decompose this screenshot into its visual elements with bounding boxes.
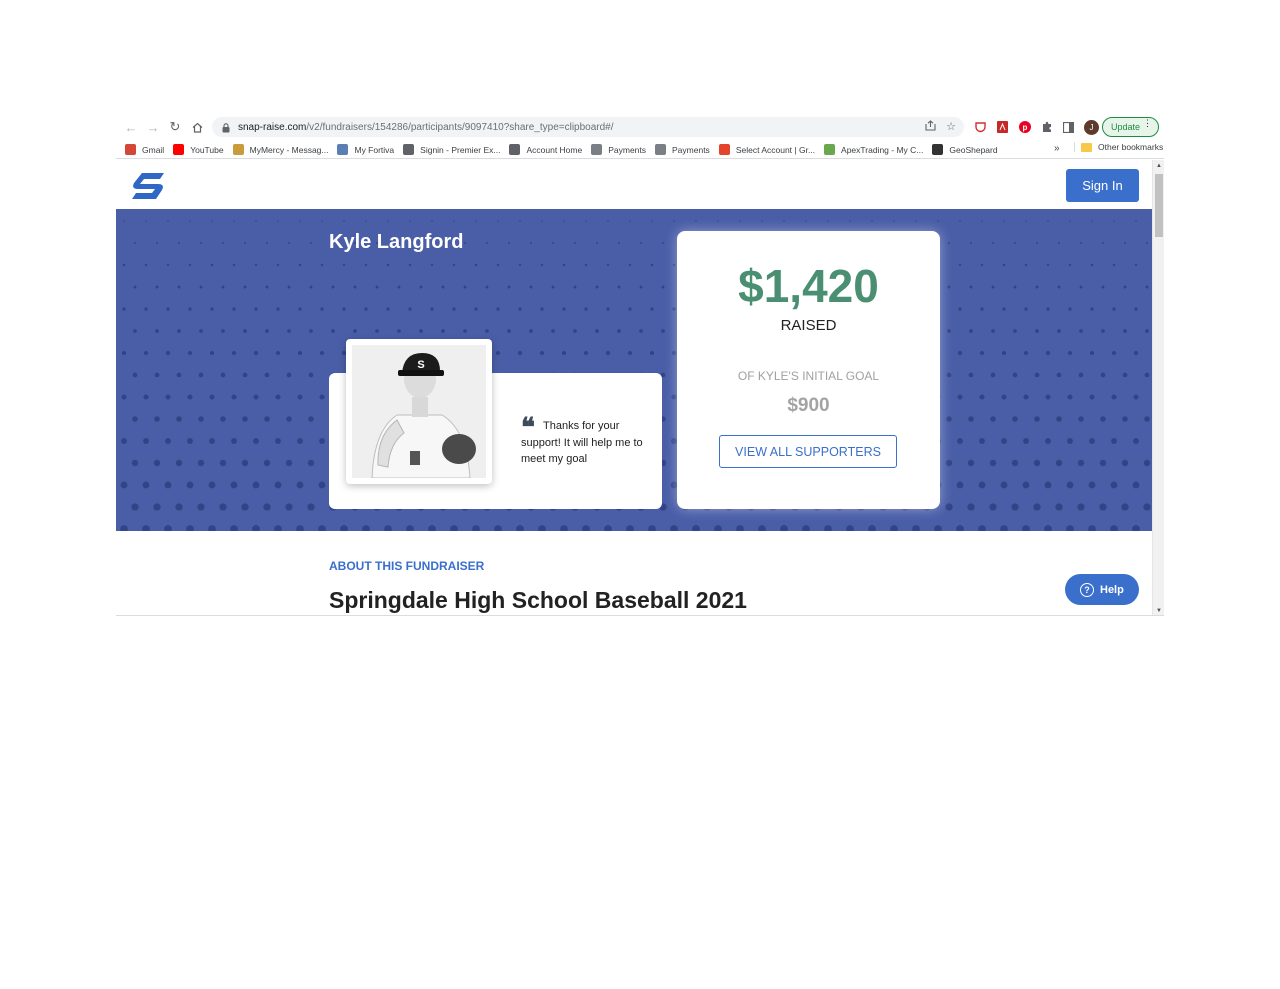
help-button[interactable]: ? Help	[1065, 574, 1139, 605]
sign-in-button[interactable]: Sign In	[1066, 169, 1139, 202]
bookmark-star-icon[interactable]: ☆	[946, 120, 956, 134]
url-path: /v2/fundraisers/154286/participants/9097…	[306, 121, 614, 133]
browser-toolbar: ← → ↻ snap-raise.com/v2/fundraisers/1542…	[116, 114, 1164, 140]
bookmark-item[interactable]: Gmail	[125, 144, 164, 155]
globe-icon	[403, 144, 415, 155]
page-scrollbar[interactable]: ▲ ▼	[1152, 160, 1164, 616]
pdf-icon[interactable]	[996, 121, 1009, 134]
bookmark-label: My Fortiva	[354, 144, 395, 155]
lock-icon	[222, 122, 230, 132]
bookmark-label: Payments	[672, 144, 710, 155]
participant-photo: S	[352, 345, 486, 478]
url-host: snap-raise.com	[238, 121, 307, 133]
bookmark-item[interactable]: Payments	[591, 144, 646, 155]
scroll-thumb[interactable]	[1155, 174, 1163, 237]
select-account-icon	[718, 144, 730, 155]
site-header: Sign In	[116, 160, 1152, 209]
other-bookmarks-label: Other bookmarks	[1098, 142, 1164, 152]
bookmark-label: GeoShepard	[949, 144, 998, 155]
participant-photo-frame: S	[346, 339, 492, 484]
bookmark-item[interactable]: Account Home	[509, 144, 582, 155]
help-label: Help	[1100, 583, 1124, 596]
view-all-supporters-button[interactable]: VIEW ALL SUPPORTERS	[719, 435, 897, 468]
youtube-icon	[173, 144, 185, 155]
payments-icon	[591, 144, 603, 155]
bookmark-item[interactable]: Signin - Premier Ex...	[403, 144, 500, 155]
web-page: Sign In Kyle Langford S ❝ Thanks for you…	[116, 160, 1152, 616]
pinterest-icon[interactable]: p	[1018, 121, 1031, 134]
folder-icon	[1081, 142, 1092, 152]
svg-text:S: S	[417, 359, 424, 371]
bookmark-item[interactable]: Select Account | Gr...	[718, 144, 816, 155]
about-section-label: ABOUT THIS FUNDRAISER	[329, 559, 485, 573]
mercy-icon	[232, 144, 244, 155]
extension-shield-icon[interactable]	[974, 121, 987, 134]
home-icon[interactable]	[186, 116, 208, 138]
bookmark-item[interactable]: Payments	[655, 144, 710, 155]
reload-icon[interactable]: ↻	[164, 116, 186, 138]
raised-label: RAISED	[780, 317, 837, 334]
amount-raised: $1,420	[738, 260, 879, 312]
kebab-menu-icon[interactable]: ⋮	[1143, 119, 1152, 128]
bookmark-item[interactable]: ApexTrading - My C...	[824, 144, 923, 155]
apex-icon	[824, 144, 836, 155]
puzzle-icon[interactable]	[1040, 121, 1053, 134]
snap-raise-logo-icon[interactable]	[128, 171, 168, 201]
bookmark-item[interactable]: My Fortiva	[337, 144, 394, 155]
question-icon: ?	[1080, 582, 1094, 597]
bookmarks-bar: Gmail YouTube MyMercy - Messag... My Fortiv…	[116, 141, 1164, 159]
payments-icon	[655, 144, 667, 155]
side-panel-icon[interactable]	[1062, 121, 1075, 134]
back-arrow-icon[interactable]: ←	[120, 116, 142, 138]
bookmark-label: Payments	[608, 144, 647, 155]
extensions-area: p J	[974, 117, 1099, 137]
bookmark-label: Select Account | Gr...	[735, 144, 816, 155]
scroll-up-icon[interactable]: ▲	[1156, 163, 1162, 169]
profile-avatar[interactable]: J	[1084, 119, 1099, 135]
gmail-icon	[125, 144, 136, 155]
forward-arrow-icon[interactable]: →	[142, 116, 164, 138]
geoshepard-icon	[932, 144, 944, 155]
goal-amount: $900	[787, 395, 830, 416]
share-icon[interactable]	[925, 120, 936, 134]
update-label: Update	[1111, 122, 1141, 132]
svg-text:p: p	[1022, 123, 1027, 132]
browser-window: ← → ↻ snap-raise.com/v2/fundraisers/1542…	[116, 114, 1164, 616]
address-bar[interactable]: snap-raise.com/v2/fundraisers/154286/par…	[212, 117, 964, 137]
bookmark-label: ApexTrading - My C...	[841, 144, 924, 155]
participant-quote: Thanks for your support! It will help me…	[521, 420, 643, 465]
globe-icon	[509, 144, 521, 155]
other-bookmarks-folder[interactable]: Other bookmarks	[1074, 142, 1163, 152]
bookmark-item[interactable]: MyMercy - Messag...	[232, 144, 329, 155]
bookmark-label: Signin - Premier Ex...	[420, 144, 501, 155]
update-button[interactable]: Update ⋮	[1102, 117, 1159, 137]
bookmarks-overflow-button[interactable]: »	[1054, 143, 1060, 154]
bookmark-label: YouTube	[190, 144, 224, 155]
bookmark-item[interactable]: YouTube	[173, 144, 224, 155]
stats-card: $1,420 RAISED OF KYLE'S INITIAL GOAL $90…	[677, 231, 940, 509]
hero-banner: Kyle Langford S ❝ Thanks for your suppor…	[116, 209, 1152, 531]
bookmark-label: MyMercy - Messag...	[249, 144, 329, 155]
bookmark-label: Gmail	[142, 144, 165, 155]
bookmark-item[interactable]: GeoShepard	[932, 144, 998, 155]
goal-label: OF KYLE'S INITIAL GOAL	[737, 369, 880, 383]
window-bottom-border	[116, 615, 1164, 616]
participant-name: Kyle Langford	[329, 231, 464, 253]
scroll-down-icon[interactable]: ▼	[1156, 608, 1162, 614]
fundraiser-title: Springdale High School Baseball 2021	[329, 587, 747, 613]
bookmark-label: Account Home	[526, 144, 583, 155]
fortiva-icon	[337, 144, 349, 155]
